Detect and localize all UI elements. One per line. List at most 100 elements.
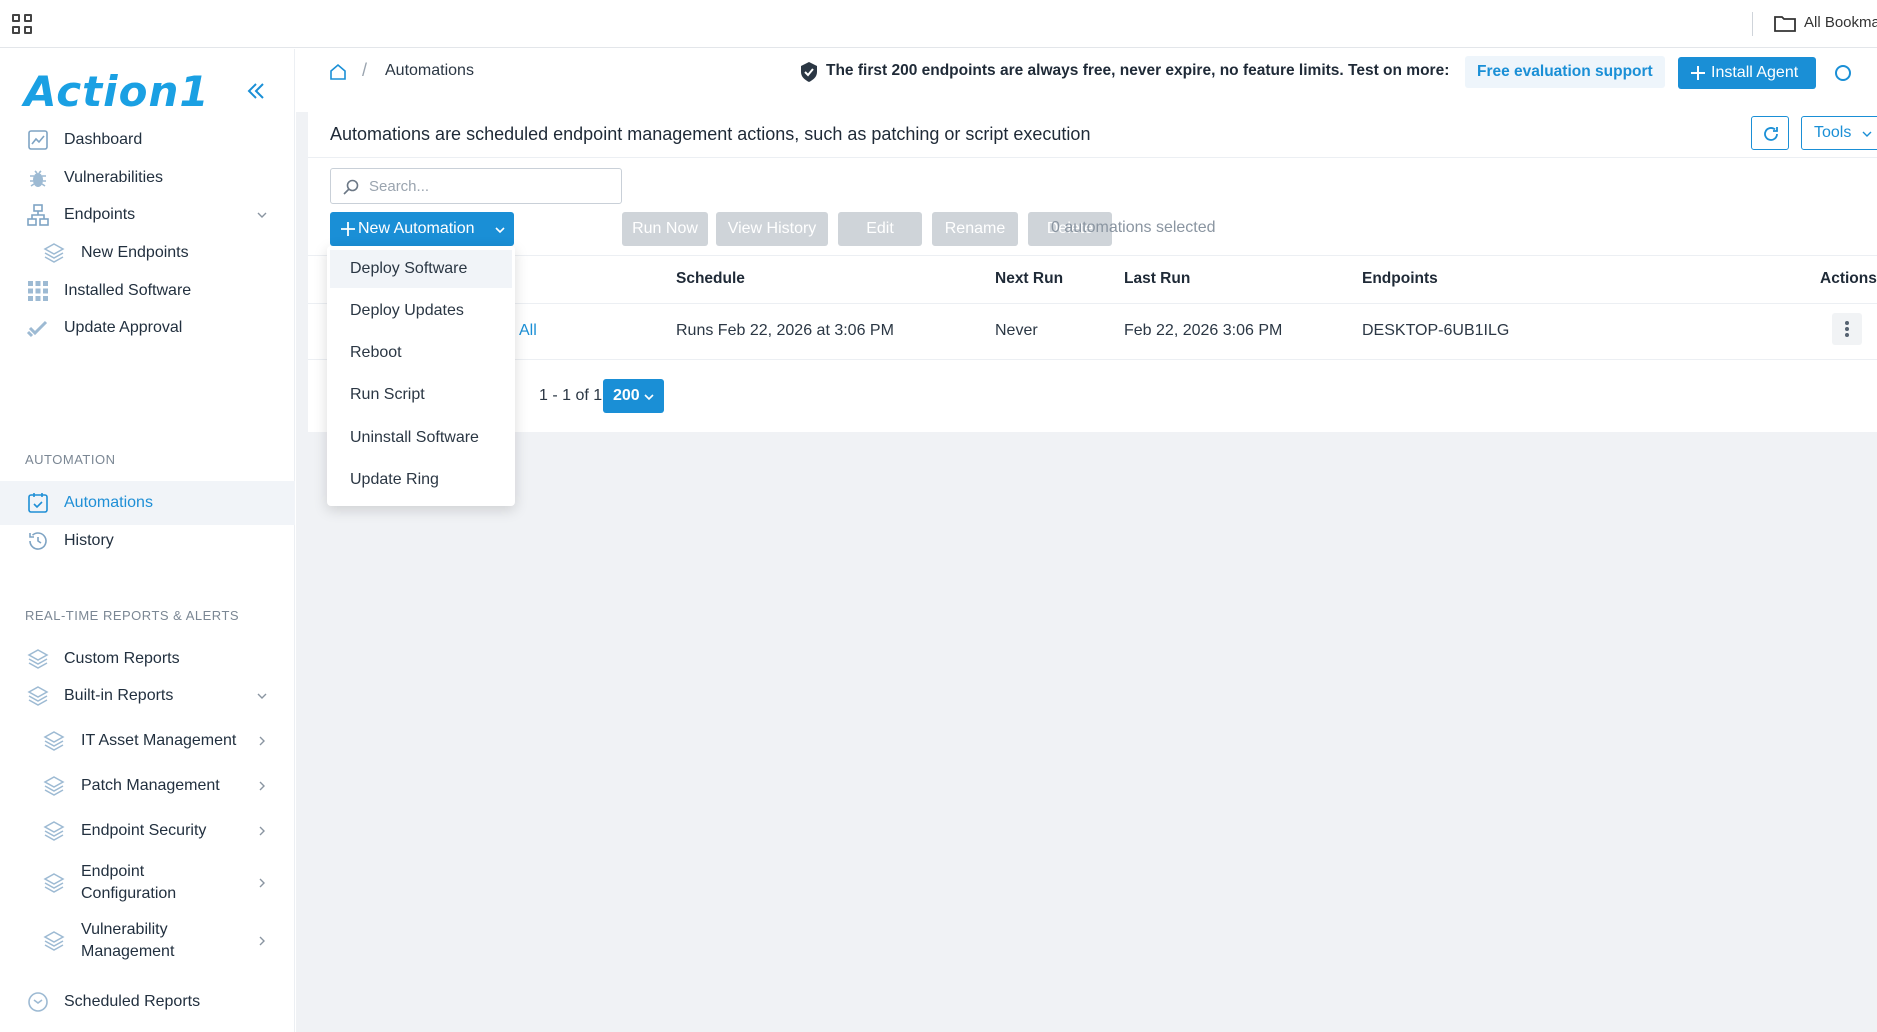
plus-icon <box>1691 66 1705 80</box>
rename-button[interactable]: Rename <box>932 212 1018 246</box>
column-header-next-run[interactable]: Next Run <box>995 270 1063 288</box>
sidebar-item-built-in-reports[interactable]: Built-in Reports <box>0 674 295 718</box>
search-field[interactable] <box>330 168 622 204</box>
tools-dropdown[interactable]: Tools <box>1801 116 1877 150</box>
top-bar: / Automations The first 200 endpoints ar… <box>296 49 1877 112</box>
page-description: Automations are scheduled endpoint manag… <box>330 124 1091 144</box>
edit-button[interactable]: Edit <box>838 212 922 246</box>
column-header-actions: Actions <box>1820 270 1877 287</box>
bug-icon <box>30 170 46 187</box>
view-history-button[interactable]: View History <box>716 212 828 246</box>
plus-icon <box>341 222 355 236</box>
sidebar-item-label: Vulnerabilities <box>64 169 164 186</box>
sidebar-item-scheduled-reports[interactable]: Scheduled Reports <box>0 980 295 1024</box>
layers-icon <box>43 873 65 893</box>
sidebar-item-label: New Endpoints <box>81 244 189 261</box>
layers-icon <box>43 243 65 263</box>
folder-icon[interactable] <box>1774 15 1796 32</box>
pagination-info: 1 - 1 of 1 <box>539 387 603 404</box>
sidebar-item-endpoint-configuration[interactable]: Endpoint Configuration <box>0 855 295 911</box>
bookmarks-divider <box>1752 12 1753 36</box>
sidebar: Action1 Dashboard Vulnerabilities Endpoi… <box>0 49 295 1032</box>
table-divider <box>308 255 1877 256</box>
page-size-select[interactable]: 200 <box>603 379 664 413</box>
sidebar-item-endpoint-security[interactable]: Endpoint Security <box>0 809 295 853</box>
sidebar-item-update-approval[interactable]: Update Approval <box>0 306 295 350</box>
cell-next-run: Never <box>995 322 1038 339</box>
status-circle-icon[interactable] <box>1835 65 1851 81</box>
sidebar-item-vulnerability-management[interactable]: Vulnerability Management <box>0 913 295 969</box>
sidebar-item-it-asset-management[interactable]: IT Asset Management <box>0 719 295 763</box>
check-icon <box>26 320 48 338</box>
row-actions-button[interactable] <box>1832 313 1862 345</box>
chevron-right-icon <box>259 736 265 746</box>
main-content: / Automations The first 200 endpoints ar… <box>296 49 1877 1032</box>
menu-item-update-ring[interactable]: Update Ring <box>330 461 512 499</box>
layers-icon <box>43 821 65 841</box>
history-icon <box>29 532 47 550</box>
sidebar-item-history[interactable]: History <box>0 519 295 563</box>
bookmarks-bar: All Bookma <box>0 0 1877 48</box>
sidebar-item-label: Endpoint Configuration <box>81 863 177 902</box>
sidebar-item-label: Automations <box>64 494 153 511</box>
automations-panel: Automations are scheduled endpoint manag… <box>308 112 1877 432</box>
chart-icon <box>28 130 48 150</box>
chevron-down-icon <box>1862 131 1872 137</box>
section-label-automation: AUTOMATION <box>25 452 116 467</box>
new-automation-button[interactable]: New Automation <box>330 212 514 246</box>
logo[interactable]: Action1 <box>24 67 210 116</box>
chevron-down-icon <box>495 227 505 234</box>
new-automation-menu: Deploy Software Deploy Updates Reboot Ru… <box>327 246 515 506</box>
breadcrumb-current: Automations <box>385 62 474 79</box>
table-divider <box>308 303 1877 304</box>
menu-item-uninstall-software[interactable]: Uninstall Software <box>330 419 512 457</box>
cell-name[interactable]: All <box>519 322 537 340</box>
menu-item-deploy-software[interactable]: Deploy Software <box>330 250 512 288</box>
cell-last-run: Feb 22, 2026 3:06 PM <box>1124 322 1283 339</box>
sidebar-item-label: Custom Reports <box>64 650 180 667</box>
menu-item-reboot[interactable]: Reboot <box>330 334 512 372</box>
refresh-button[interactable] <box>1751 116 1789 150</box>
layers-icon <box>43 931 65 951</box>
apps-grid-icon[interactable] <box>12 14 32 34</box>
sidebar-item-label: Built-in Reports <box>64 687 174 704</box>
column-header-schedule[interactable]: Schedule <box>676 270 745 288</box>
refresh-icon <box>1764 127 1778 141</box>
collapse-sidebar-icon[interactable] <box>242 77 270 105</box>
calendar-check-icon <box>28 493 48 513</box>
home-icon[interactable] <box>328 62 348 82</box>
search-icon <box>343 179 359 195</box>
cell-endpoints: DESKTOP-6UB1ILG <box>1362 322 1510 339</box>
layers-icon <box>27 649 49 669</box>
column-header-endpoints[interactable]: Endpoints <box>1362 270 1438 288</box>
grid-icon <box>28 281 48 301</box>
chevron-right-icon <box>259 936 265 946</box>
sidebar-item-label: IT Asset Management <box>81 732 237 749</box>
cell-schedule: Runs Feb 22, 2026 at 3:06 PM <box>676 322 894 339</box>
tools-label: Tools <box>1814 124 1852 141</box>
search-input[interactable] <box>369 175 609 197</box>
sidebar-item-label: Installed Software <box>64 282 192 299</box>
sidebar-item-label: Patch Management <box>81 777 220 794</box>
sidebar-item-label: Dashboard <box>64 131 143 148</box>
layers-icon <box>27 686 49 706</box>
chevron-down-icon <box>644 394 654 401</box>
install-agent-button[interactable]: Install Agent <box>1678 57 1816 89</box>
sidebar-item-label: Update Approval <box>64 319 183 336</box>
all-bookmarks-label[interactable]: All Bookma <box>1804 14 1877 31</box>
sidebar-item-patch-management[interactable]: Patch Management <box>0 764 295 808</box>
sidebar-item-label: History <box>64 532 114 549</box>
promo-text: The first 200 endpoints are always free,… <box>826 62 1450 79</box>
menu-item-deploy-updates[interactable]: Deploy Updates <box>330 292 512 330</box>
sidebar-item-label: Endpoints <box>64 206 136 223</box>
layers-icon <box>43 776 65 796</box>
free-evaluation-link[interactable]: Free evaluation support <box>1465 56 1665 88</box>
run-now-button[interactable]: Run Now <box>622 212 708 246</box>
menu-item-run-script[interactable]: Run Script <box>330 376 512 414</box>
chevron-right-icon <box>259 878 265 888</box>
page-size-value: 200 <box>613 387 640 404</box>
column-header-last-run[interactable]: Last Run <box>1124 270 1190 288</box>
new-automation-label: New Automation <box>358 220 475 237</box>
chevron-right-icon <box>259 781 265 791</box>
chevron-down-icon <box>257 693 267 699</box>
